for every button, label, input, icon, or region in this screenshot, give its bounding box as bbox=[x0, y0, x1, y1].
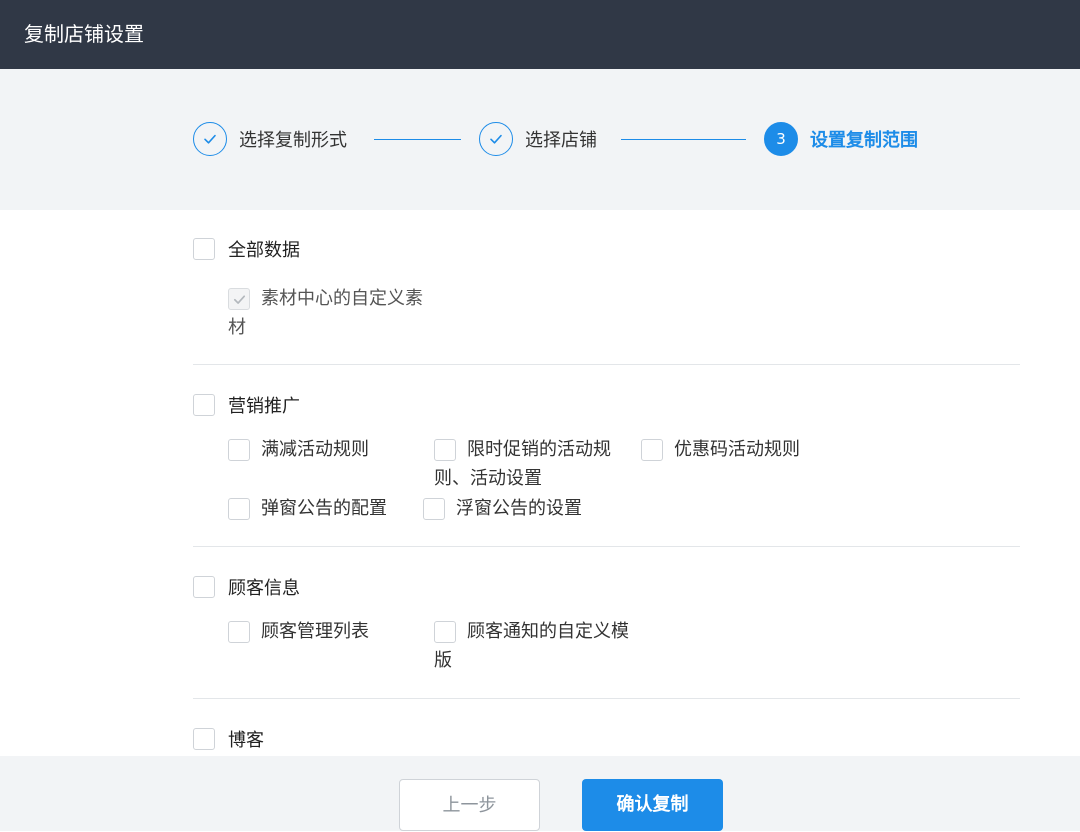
step-connector bbox=[621, 139, 746, 140]
option-label: 优惠码活动规则 bbox=[674, 439, 800, 460]
step-2: 选择店铺 bbox=[479, 122, 597, 156]
group-blog[interactable]: 博客 bbox=[193, 726, 264, 752]
step-1-label: 选择复制形式 bbox=[239, 130, 347, 151]
checkbox[interactable] bbox=[193, 728, 215, 750]
option-label: 素材中心的自定义素材 bbox=[228, 288, 423, 338]
checkbox[interactable] bbox=[193, 576, 215, 598]
checkbox[interactable] bbox=[193, 238, 215, 260]
group-marketing[interactable]: 营销推广 bbox=[193, 392, 300, 418]
step-connector bbox=[374, 139, 461, 140]
checkbox[interactable] bbox=[228, 498, 250, 520]
option-material-custom: 素材中心的自定义素材 bbox=[228, 284, 428, 342]
group-label: 博客 bbox=[228, 730, 264, 751]
checkbox[interactable] bbox=[228, 621, 250, 643]
confirm-copy-button[interactable]: 确认复制 bbox=[582, 779, 723, 831]
checkbox[interactable] bbox=[423, 498, 445, 520]
checkbox[interactable] bbox=[193, 394, 215, 416]
step-3: 3 设置复制范围 bbox=[764, 122, 918, 156]
stepper: 选择复制形式 选择店铺 3 设置复制范围 bbox=[0, 69, 1080, 210]
prev-step-button[interactable]: 上一步 bbox=[399, 779, 540, 831]
group-label: 全部数据 bbox=[228, 240, 300, 261]
option-customer-list[interactable]: 顾客管理列表 bbox=[228, 617, 428, 646]
option-customer-notice-template[interactable]: 顾客通知的自定义模版 bbox=[434, 617, 634, 675]
group-label: 营销推广 bbox=[228, 396, 300, 417]
step-1: 选择复制形式 bbox=[193, 122, 347, 156]
checkbox[interactable] bbox=[434, 439, 456, 461]
option-label: 顾客通知的自定义模版 bbox=[434, 621, 629, 671]
step-3-label: 设置复制范围 bbox=[810, 130, 918, 151]
option-label: 弹窗公告的配置 bbox=[261, 498, 387, 519]
option-label: 浮窗公告的设置 bbox=[456, 498, 582, 519]
group-label: 顾客信息 bbox=[228, 578, 300, 599]
check-icon bbox=[479, 122, 513, 156]
dialog-footer: 上一步 确认复制 bbox=[0, 756, 1080, 831]
group-all-data[interactable]: 全部数据 bbox=[193, 236, 300, 262]
divider bbox=[193, 364, 1020, 365]
option-popup-notice[interactable]: 弹窗公告的配置 bbox=[228, 494, 428, 523]
checkbox[interactable] bbox=[228, 439, 250, 461]
option-flash-sale[interactable]: 限时促销的活动规则、活动设置 bbox=[434, 435, 634, 493]
option-label: 限时促销的活动规则、活动设置 bbox=[434, 439, 611, 489]
divider bbox=[193, 698, 1020, 699]
checkbox-checked-disabled bbox=[228, 288, 250, 310]
scope-list[interactable]: 全部数据 素材中心的自定义素材 营销推广 满减活动规则 限时促销的活动规则、活动… bbox=[0, 210, 1080, 756]
check-icon bbox=[193, 122, 227, 156]
checkbox[interactable] bbox=[641, 439, 663, 461]
dialog-title: 复制店铺设置 bbox=[0, 0, 1080, 69]
option-full-reduction[interactable]: 满减活动规则 bbox=[228, 435, 428, 464]
option-coupon-code[interactable]: 优惠码活动规则 bbox=[641, 435, 841, 464]
option-label: 满减活动规则 bbox=[261, 439, 369, 460]
step-2-label: 选择店铺 bbox=[525, 130, 597, 151]
option-label: 顾客管理列表 bbox=[261, 621, 369, 642]
divider bbox=[193, 546, 1020, 547]
group-customer[interactable]: 顾客信息 bbox=[193, 574, 300, 600]
step-number-badge: 3 bbox=[764, 122, 798, 156]
checkbox[interactable] bbox=[434, 621, 456, 643]
option-floating-notice[interactable]: 浮窗公告的设置 bbox=[423, 494, 623, 523]
